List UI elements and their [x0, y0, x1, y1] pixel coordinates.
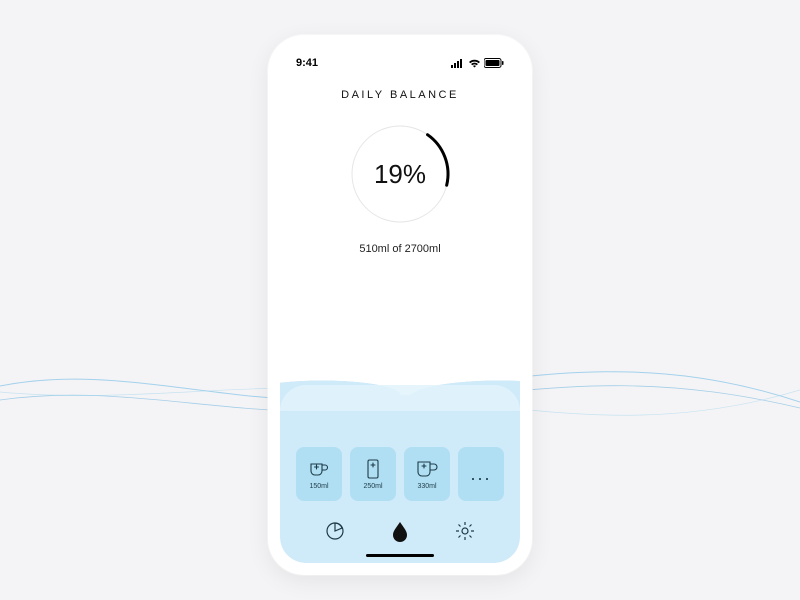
quick-add-more-button[interactable]: ... — [458, 447, 504, 501]
glass-icon — [365, 458, 381, 480]
quick-add-label: 250ml — [363, 483, 382, 490]
phone-screen: 9:41 DAILY BALANCE 19% 510ml of 2700ml — [280, 47, 520, 563]
water-level-fill: 150ml 250ml 330ml ... — [280, 395, 520, 563]
quick-add-row: 150ml 250ml 330ml ... — [280, 447, 520, 501]
quick-add-250ml[interactable]: 250ml — [350, 447, 396, 501]
phone-frame: 9:41 DAILY BALANCE 19% 510ml of 2700ml — [268, 35, 532, 575]
wifi-icon — [468, 59, 481, 68]
mug-icon — [415, 458, 439, 480]
status-bar: 9:41 — [280, 47, 520, 69]
signal-icon — [451, 59, 465, 68]
gear-icon — [455, 521, 475, 541]
water-drop-icon — [391, 520, 409, 542]
bottom-nav — [280, 517, 520, 545]
battery-icon — [484, 58, 504, 68]
progress-percent-label: 19% — [345, 119, 455, 229]
page-title: DAILY BALANCE — [280, 89, 520, 101]
ellipsis-icon: ... — [470, 465, 491, 483]
status-time: 9:41 — [296, 57, 318, 69]
quick-add-150ml[interactable]: 150ml — [296, 447, 342, 501]
quick-add-330ml[interactable]: 330ml — [404, 447, 450, 501]
nav-stats-button[interactable] — [321, 517, 349, 545]
status-indicators — [451, 58, 504, 68]
small-cup-icon — [308, 458, 330, 480]
home-indicator[interactable] — [366, 554, 434, 557]
nav-settings-button[interactable] — [451, 517, 479, 545]
progress-ring: 19% — [345, 119, 455, 229]
progress-summary: 510ml of 2700ml — [280, 243, 520, 255]
quick-add-label: 150ml — [309, 483, 328, 490]
quick-add-label: 330ml — [417, 483, 436, 490]
nav-home-button[interactable] — [386, 517, 414, 545]
pie-chart-icon — [325, 521, 345, 541]
